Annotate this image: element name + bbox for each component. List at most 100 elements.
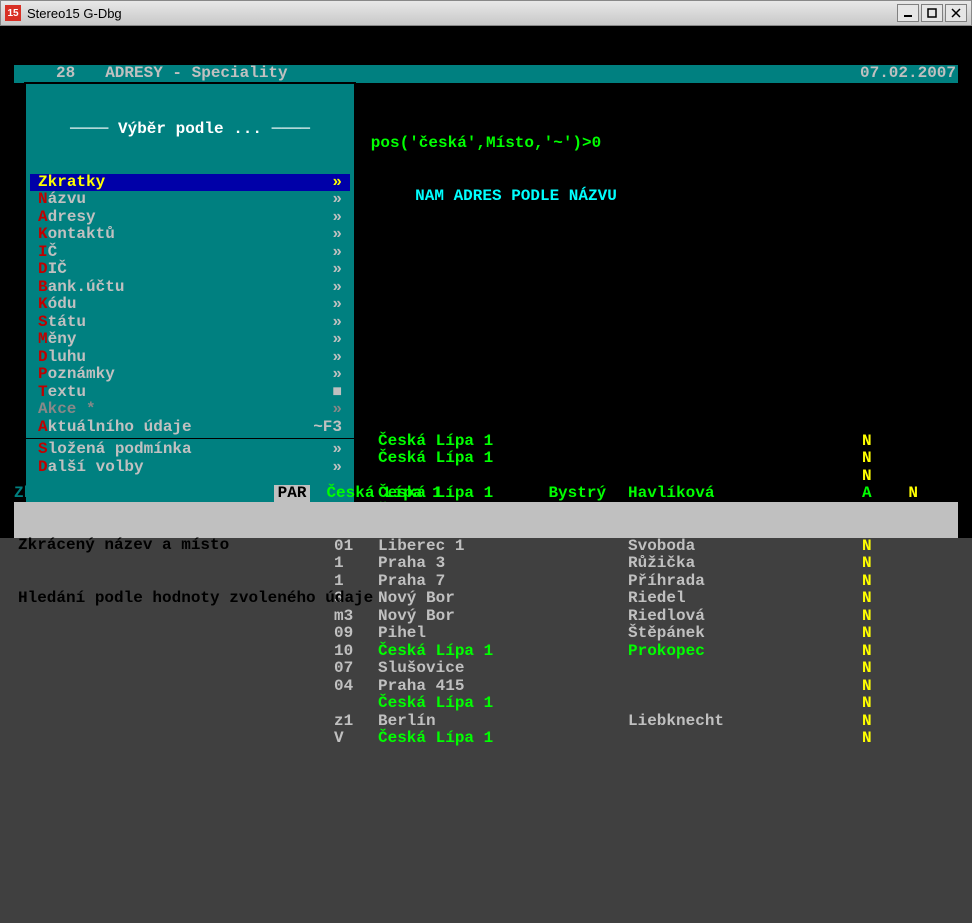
menu-body: Zkratky»Názvu»Adresy»Kontaktů»IČ»DIČ»Ban… — [30, 174, 350, 477]
cell-code: 1 — [334, 573, 374, 591]
titlebar[interactable]: 15 Stereo15 G-Dbg — [0, 0, 972, 26]
table-row[interactable]: 1Praha 7PříhradaN — [334, 573, 958, 591]
menu-item[interactable]: Bank.účtu» — [30, 279, 350, 297]
table-row[interactable]: z1BerlínLiebknechtN — [334, 713, 958, 731]
hotkey: A — [38, 418, 48, 436]
header-date: 07.02.2007 — [860, 65, 956, 83]
hotkey: S — [38, 313, 48, 331]
cell-misto: Praha 7 — [374, 573, 624, 591]
hotkey: K — [38, 225, 48, 243]
table-row[interactable]: Česká Lípa 1N — [334, 695, 958, 713]
menu-item[interactable]: Měny» — [30, 331, 350, 349]
menu-item[interactable]: Aktuálního údaje~F3 — [30, 419, 350, 437]
hotkey: Z — [38, 173, 48, 191]
cell-prijmeni: Štěpánek — [624, 625, 814, 643]
window: 15 Stereo15 G-Dbg 28 ADRESY - Speciality… — [0, 0, 972, 538]
menu-item[interactable]: Zkratky» — [30, 174, 350, 192]
cell-vyb: N — [862, 660, 882, 678]
hotkey: D — [38, 348, 48, 366]
menu-item[interactable]: Textu■ — [30, 384, 350, 402]
menu-arrow: » — [332, 349, 342, 367]
menu-arrow: ■ — [332, 384, 342, 402]
menu-arrow: » — [332, 244, 342, 262]
table-row[interactable]: N — [334, 468, 958, 486]
menu-label: Aktuálního údaje — [38, 419, 313, 437]
status-bar: Zkrácený název a místo Hledání podle hod… — [14, 502, 958, 538]
cell-misto: Nový Bor — [374, 608, 624, 626]
table-row[interactable]: 06Česká Lípa 1N — [334, 433, 958, 451]
cell-prijmeni: Růžička — [624, 555, 814, 573]
app-icon: 15 — [5, 5, 21, 21]
menu-arrow: » — [332, 401, 342, 419]
menu-label: Zkratky — [38, 174, 332, 192]
cell-vyb: N — [862, 433, 882, 451]
table-row[interactable]: 04Praha 415N — [334, 678, 958, 696]
hotkey: S — [38, 440, 48, 458]
table-row[interactable]: VČeská Lípa 1N — [334, 730, 958, 748]
footer-row: Zkušební příklad s.r.o. / PAR Česká Lípa… — [14, 485, 958, 503]
menu-item[interactable]: Kódu» — [30, 296, 350, 314]
close-button[interactable] — [945, 4, 967, 22]
menu-item[interactable]: Kontaktů» — [30, 226, 350, 244]
table-row[interactable]: 01Česká Lípa 1N — [334, 450, 958, 468]
cell-vyb: N — [862, 643, 882, 661]
menu-label: Kódu — [38, 296, 332, 314]
menu-item[interactable]: Poznámky» — [30, 366, 350, 384]
cell-code: m3 — [334, 608, 374, 626]
cell-code: V — [334, 730, 374, 748]
menu-item[interactable]: Státu» — [30, 314, 350, 332]
cell-prijmeni: Příhrada — [624, 573, 814, 591]
maximize-icon — [927, 8, 937, 18]
table-row[interactable]: 10Česká Lípa 1ProkopecN — [334, 643, 958, 661]
menu-arrow: » — [332, 366, 342, 384]
cell-misto: Česká Lípa 1 — [374, 450, 624, 468]
menu-label: Další volby — [38, 459, 332, 477]
menu-item[interactable]: Názvu» — [30, 191, 350, 209]
cell-vyb: N — [862, 450, 882, 468]
menu-label: DIČ — [38, 261, 332, 279]
menu-arrow: » — [332, 314, 342, 332]
hotkey: K — [38, 295, 48, 313]
hotkey: M — [38, 330, 48, 348]
menu-item[interactable]: Adresy» — [30, 209, 350, 227]
cell-vyb: N — [862, 608, 882, 626]
footer-company: Zkušební příklad s.r.o. / — [14, 485, 264, 503]
menu-label: Kontaktů — [38, 226, 332, 244]
footer-vyb: N — [908, 485, 958, 503]
header-number: 28 — [16, 65, 75, 83]
menu-item[interactable]: DIČ» — [30, 261, 350, 279]
menu-label: Textu — [38, 384, 332, 402]
footer-misto: Česká Lípa 1 — [320, 485, 480, 503]
table-row[interactable]: m3Nový BorRiedlová N — [334, 608, 958, 626]
menu-item[interactable]: IČ» — [30, 244, 350, 262]
menu-item[interactable]: Dluhu» — [30, 349, 350, 367]
table-row[interactable]: 09PihelŠtěpánekN — [334, 625, 958, 643]
minimize-button[interactable] — [897, 4, 919, 22]
cell-vyb: N — [862, 555, 882, 573]
cell-misto: Praha 3 — [374, 555, 624, 573]
maximize-button[interactable] — [921, 4, 943, 22]
menu-label: Dluhu — [38, 349, 332, 367]
table-row[interactable]: 07SlušoviceN — [334, 660, 958, 678]
menu-arrow: » — [332, 261, 342, 279]
cell-prijmeni: Riedlová — [624, 608, 814, 626]
menu-arrow: » — [332, 441, 342, 459]
menu-label: Bank.účtu — [38, 279, 332, 297]
menu-label: Akce * — [38, 401, 332, 419]
status-line-2: Hledání podle hodnoty zvoleného údaje — [18, 590, 954, 608]
hotkey: B — [38, 278, 48, 296]
menu-item[interactable]: Složená podmínka» — [30, 441, 350, 459]
cell-vyb: N — [862, 625, 882, 643]
cell-vyb: N — [862, 678, 882, 696]
menu-item[interactable]: Další volby» — [30, 459, 350, 477]
hotkey: A — [38, 208, 48, 226]
table-row[interactable]: 1Praha 3RůžičkaN — [334, 555, 958, 573]
hotkey: D — [38, 260, 48, 278]
menu-arrow: » — [332, 279, 342, 297]
minimize-icon — [903, 8, 913, 18]
menu-arrow: » — [332, 191, 342, 209]
cell-code: 10 — [334, 643, 374, 661]
cell-misto: Česká Lípa 1 — [374, 695, 624, 713]
menu-arrow: » — [332, 174, 342, 192]
menu-arrow: » — [332, 296, 342, 314]
